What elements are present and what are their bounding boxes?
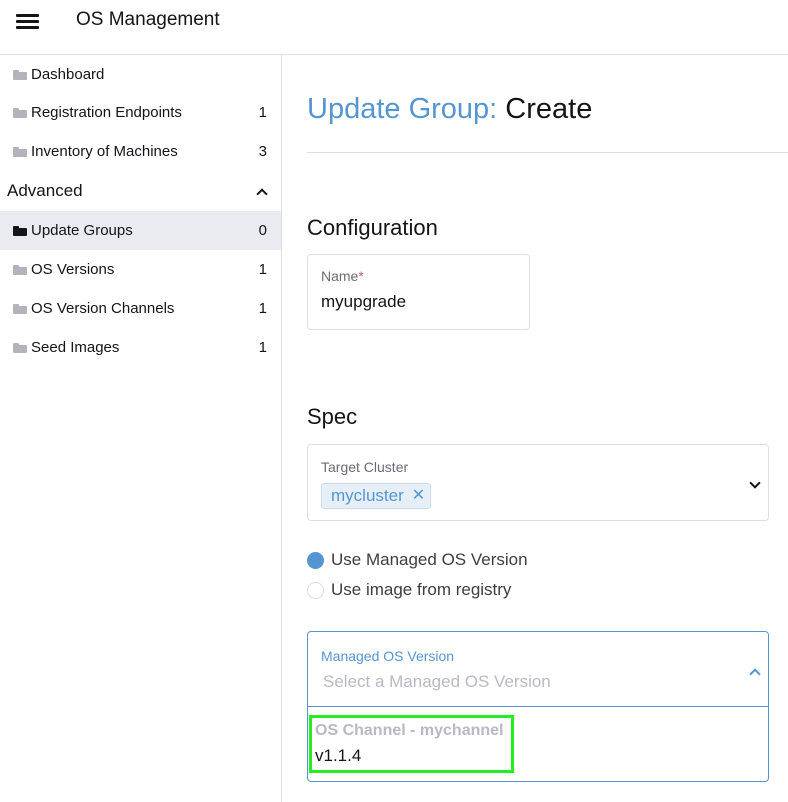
sidebar-item-label: OS Version Channels — [31, 300, 175, 317]
required-marker: * — [358, 268, 364, 284]
chevron-up-icon[interactable] — [748, 666, 762, 676]
sidebar-item-seed-images[interactable]: Seed Images 1 — [0, 328, 281, 367]
radio-label: Use image from registry — [331, 580, 512, 599]
top-bar: OS Management — [0, 0, 788, 55]
sidebar-item-count: 3 — [258, 143, 267, 160]
option-group-label: OS Channel - mychannel — [315, 722, 504, 739]
sidebar-item-count: 1 — [258, 104, 267, 121]
target-cluster-label: Target Cluster — [321, 459, 409, 475]
name-field-label: Name* — [321, 268, 364, 284]
sidebar-item-count: 1 — [258, 300, 267, 317]
name-field-value[interactable]: myupgrade — [321, 292, 406, 312]
spec-heading: Spec — [307, 404, 358, 429]
dropdown-option[interactable]: v1.1.4 — [315, 746, 361, 766]
sidebar-item-registration-endpoints[interactable]: Registration Endpoints 1 — [0, 93, 281, 132]
folder-icon — [13, 264, 27, 275]
managed-os-version-placeholder[interactable]: Select a Managed OS Version — [323, 672, 551, 692]
configuration-heading: Configuration — [307, 215, 438, 240]
app-title: OS Management — [76, 9, 220, 30]
sidebar-group-advanced[interactable]: Advanced — [0, 171, 281, 210]
radio-unselected-icon[interactable] — [307, 581, 324, 599]
sidebar-item-dashboard[interactable]: Dashboard — [0, 55, 281, 94]
sidebar-item-label: OS Versions — [31, 261, 115, 278]
sidebar-item-label: Registration Endpoints — [31, 104, 182, 121]
sidebar-item-count: 1 — [258, 339, 267, 356]
sidebar-item-update-groups[interactable]: Update Groups 0 — [0, 211, 281, 250]
target-cluster-select[interactable]: Target Cluster mycluster ✕ — [307, 444, 769, 521]
cluster-tag: mycluster ✕ — [321, 483, 432, 509]
sidebar-item-label: Seed Images — [31, 339, 120, 356]
page-title-prefix: Update Group: — [307, 93, 498, 125]
sidebar: Dashboard Registration Endpoints 1 Inven… — [0, 55, 282, 802]
main-content: Update Group: Create Configuration Name*… — [283, 55, 788, 802]
radio-use-image-from-registry[interactable]: Use image from registry — [307, 580, 511, 600]
name-field[interactable]: Name* myupgrade — [307, 254, 530, 330]
folder-icon — [13, 69, 27, 80]
page-title-action: Create — [505, 93, 593, 125]
option-group-highlight: OS Channel - mychannel v1.1.4 — [309, 715, 514, 773]
sidebar-item-inventory-of-machines[interactable]: Inventory of Machines 3 — [0, 132, 281, 171]
managed-os-version-select[interactable]: Managed OS Version Select a Managed OS V… — [307, 631, 769, 782]
sidebar-item-count: 0 — [258, 222, 267, 239]
cluster-tag-label: mycluster — [331, 486, 404, 505]
sidebar-item-count: 1 — [258, 261, 267, 278]
sidebar-item-os-versions[interactable]: OS Versions 1 — [0, 250, 281, 289]
sidebar-item-os-version-channels[interactable]: OS Version Channels 1 — [0, 289, 281, 328]
title-divider — [307, 152, 788, 153]
sidebar-item-label: Dashboard — [31, 66, 105, 83]
sidebar-group-label: Advanced — [7, 180, 83, 200]
sidebar-item-label: Update Groups — [31, 222, 133, 239]
folder-icon — [13, 146, 27, 157]
folder-icon — [13, 342, 27, 353]
page-title: Update Group: Create — [307, 93, 592, 126]
folder-icon — [13, 303, 27, 314]
hamburger-icon[interactable] — [16, 12, 40, 32]
folder-icon — [13, 225, 27, 236]
chevron-down-icon[interactable] — [748, 479, 762, 489]
dropdown-divider — [308, 706, 768, 707]
radio-use-managed-os-version[interactable]: Use Managed OS Version — [307, 550, 528, 570]
chevron-up-icon[interactable] — [255, 186, 267, 196]
managed-os-version-label: Managed OS Version — [321, 648, 455, 664]
folder-icon — [13, 107, 27, 118]
close-icon[interactable]: ✕ — [412, 488, 425, 504]
radio-selected-icon[interactable] — [307, 551, 324, 569]
sidebar-item-label: Inventory of Machines — [31, 143, 178, 160]
radio-label: Use Managed OS Version — [331, 550, 528, 569]
